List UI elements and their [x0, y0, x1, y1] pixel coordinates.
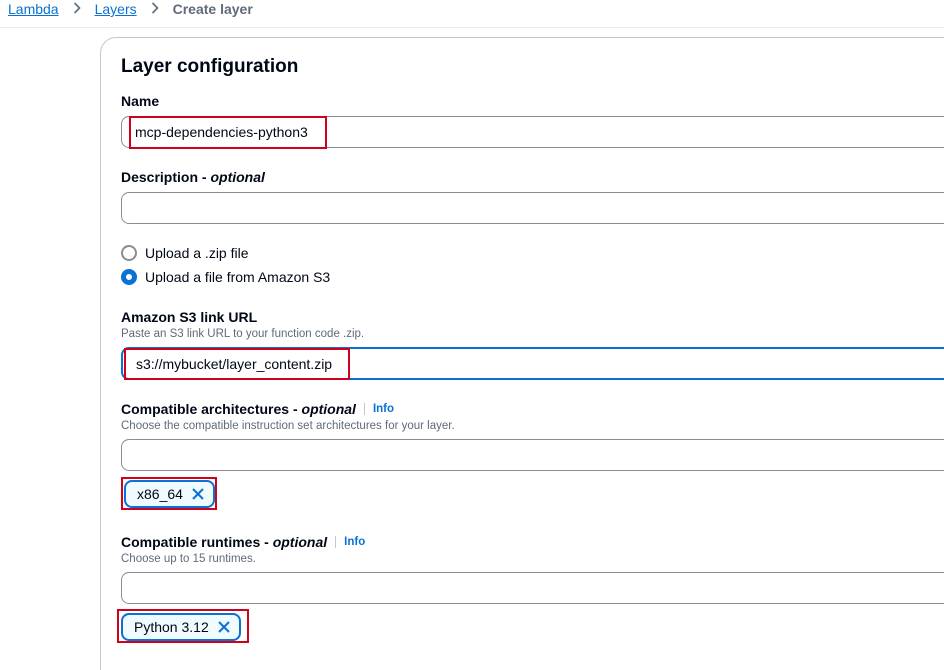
- breadcrumb: Lambda Layers Create layer: [8, 0, 253, 18]
- breadcrumb-lambda-link[interactable]: Lambda: [8, 1, 59, 17]
- chevron-right-icon: [73, 1, 81, 17]
- name-label-text: Name: [121, 93, 160, 109]
- runtimes-label: Compatible runtimes - optional Info: [121, 534, 366, 550]
- s3-url-input[interactable]: s3://mybucket/layer_content.zip: [121, 347, 944, 380]
- architecture-token-label: x86_64: [137, 486, 183, 502]
- radio-checked-icon: [121, 269, 137, 285]
- description-label: Description - optional: [121, 169, 265, 185]
- radio-upload-zip-label: Upload a .zip file: [145, 245, 249, 261]
- architectures-description: Choose the compatible instruction set ar…: [121, 420, 455, 432]
- architectures-info-link[interactable]: Info: [363, 403, 394, 415]
- runtimes-label-text: Compatible runtimes: [121, 534, 261, 550]
- breadcrumb-current: Create layer: [172, 1, 253, 17]
- runtimes-info-link[interactable]: Info: [335, 536, 365, 548]
- section-heading: Layer configuration: [121, 56, 299, 77]
- radio-upload-s3[interactable]: Upload a file from Amazon S3: [121, 269, 330, 285]
- create-layer-page: Lambda Layers Create layer Layer configu…: [0, 0, 944, 670]
- runtimes-optional-text: optional: [272, 534, 328, 550]
- architectures-label: Compatible architectures - optional Info: [121, 401, 395, 417]
- s3-url-input-value: s3://mybucket/layer_content.zip: [136, 355, 333, 372]
- name-input[interactable]: mcp-dependencies-python3: [121, 116, 944, 148]
- radio-unchecked-icon: [121, 245, 137, 261]
- description-optional-text: optional: [210, 169, 265, 185]
- runtimes-select[interactable]: [121, 572, 944, 604]
- runtime-token: Python 3.12: [121, 613, 241, 641]
- name-input-value: mcp-dependencies-python3: [135, 124, 308, 140]
- chevron-right-icon: [151, 1, 159, 17]
- runtimes-description: Choose up to 15 runtimes.: [121, 553, 256, 565]
- s3-url-description: Paste an S3 link URL to your function co…: [121, 328, 365, 340]
- header-divider: [0, 27, 944, 28]
- s3-url-label: Amazon S3 link URL: [121, 309, 257, 325]
- s3-url-label-text: Amazon S3 link URL: [121, 309, 258, 325]
- close-icon[interactable]: [217, 620, 231, 634]
- architectures-optional-text: optional: [301, 401, 356, 417]
- description-label-text: Description: [121, 169, 199, 185]
- runtime-token-label: Python 3.12: [134, 619, 209, 635]
- radio-upload-zip[interactable]: Upload a .zip file: [121, 245, 249, 261]
- radio-upload-s3-label: Upload a file from Amazon S3: [145, 269, 331, 285]
- close-icon[interactable]: [191, 487, 205, 501]
- name-label: Name: [121, 93, 159, 109]
- breadcrumb-layers-link[interactable]: Layers: [95, 1, 137, 17]
- description-input[interactable]: [121, 192, 944, 224]
- architectures-label-text: Compatible architectures: [121, 401, 290, 417]
- architecture-token: x86_64: [124, 480, 215, 508]
- architectures-select[interactable]: [121, 439, 944, 471]
